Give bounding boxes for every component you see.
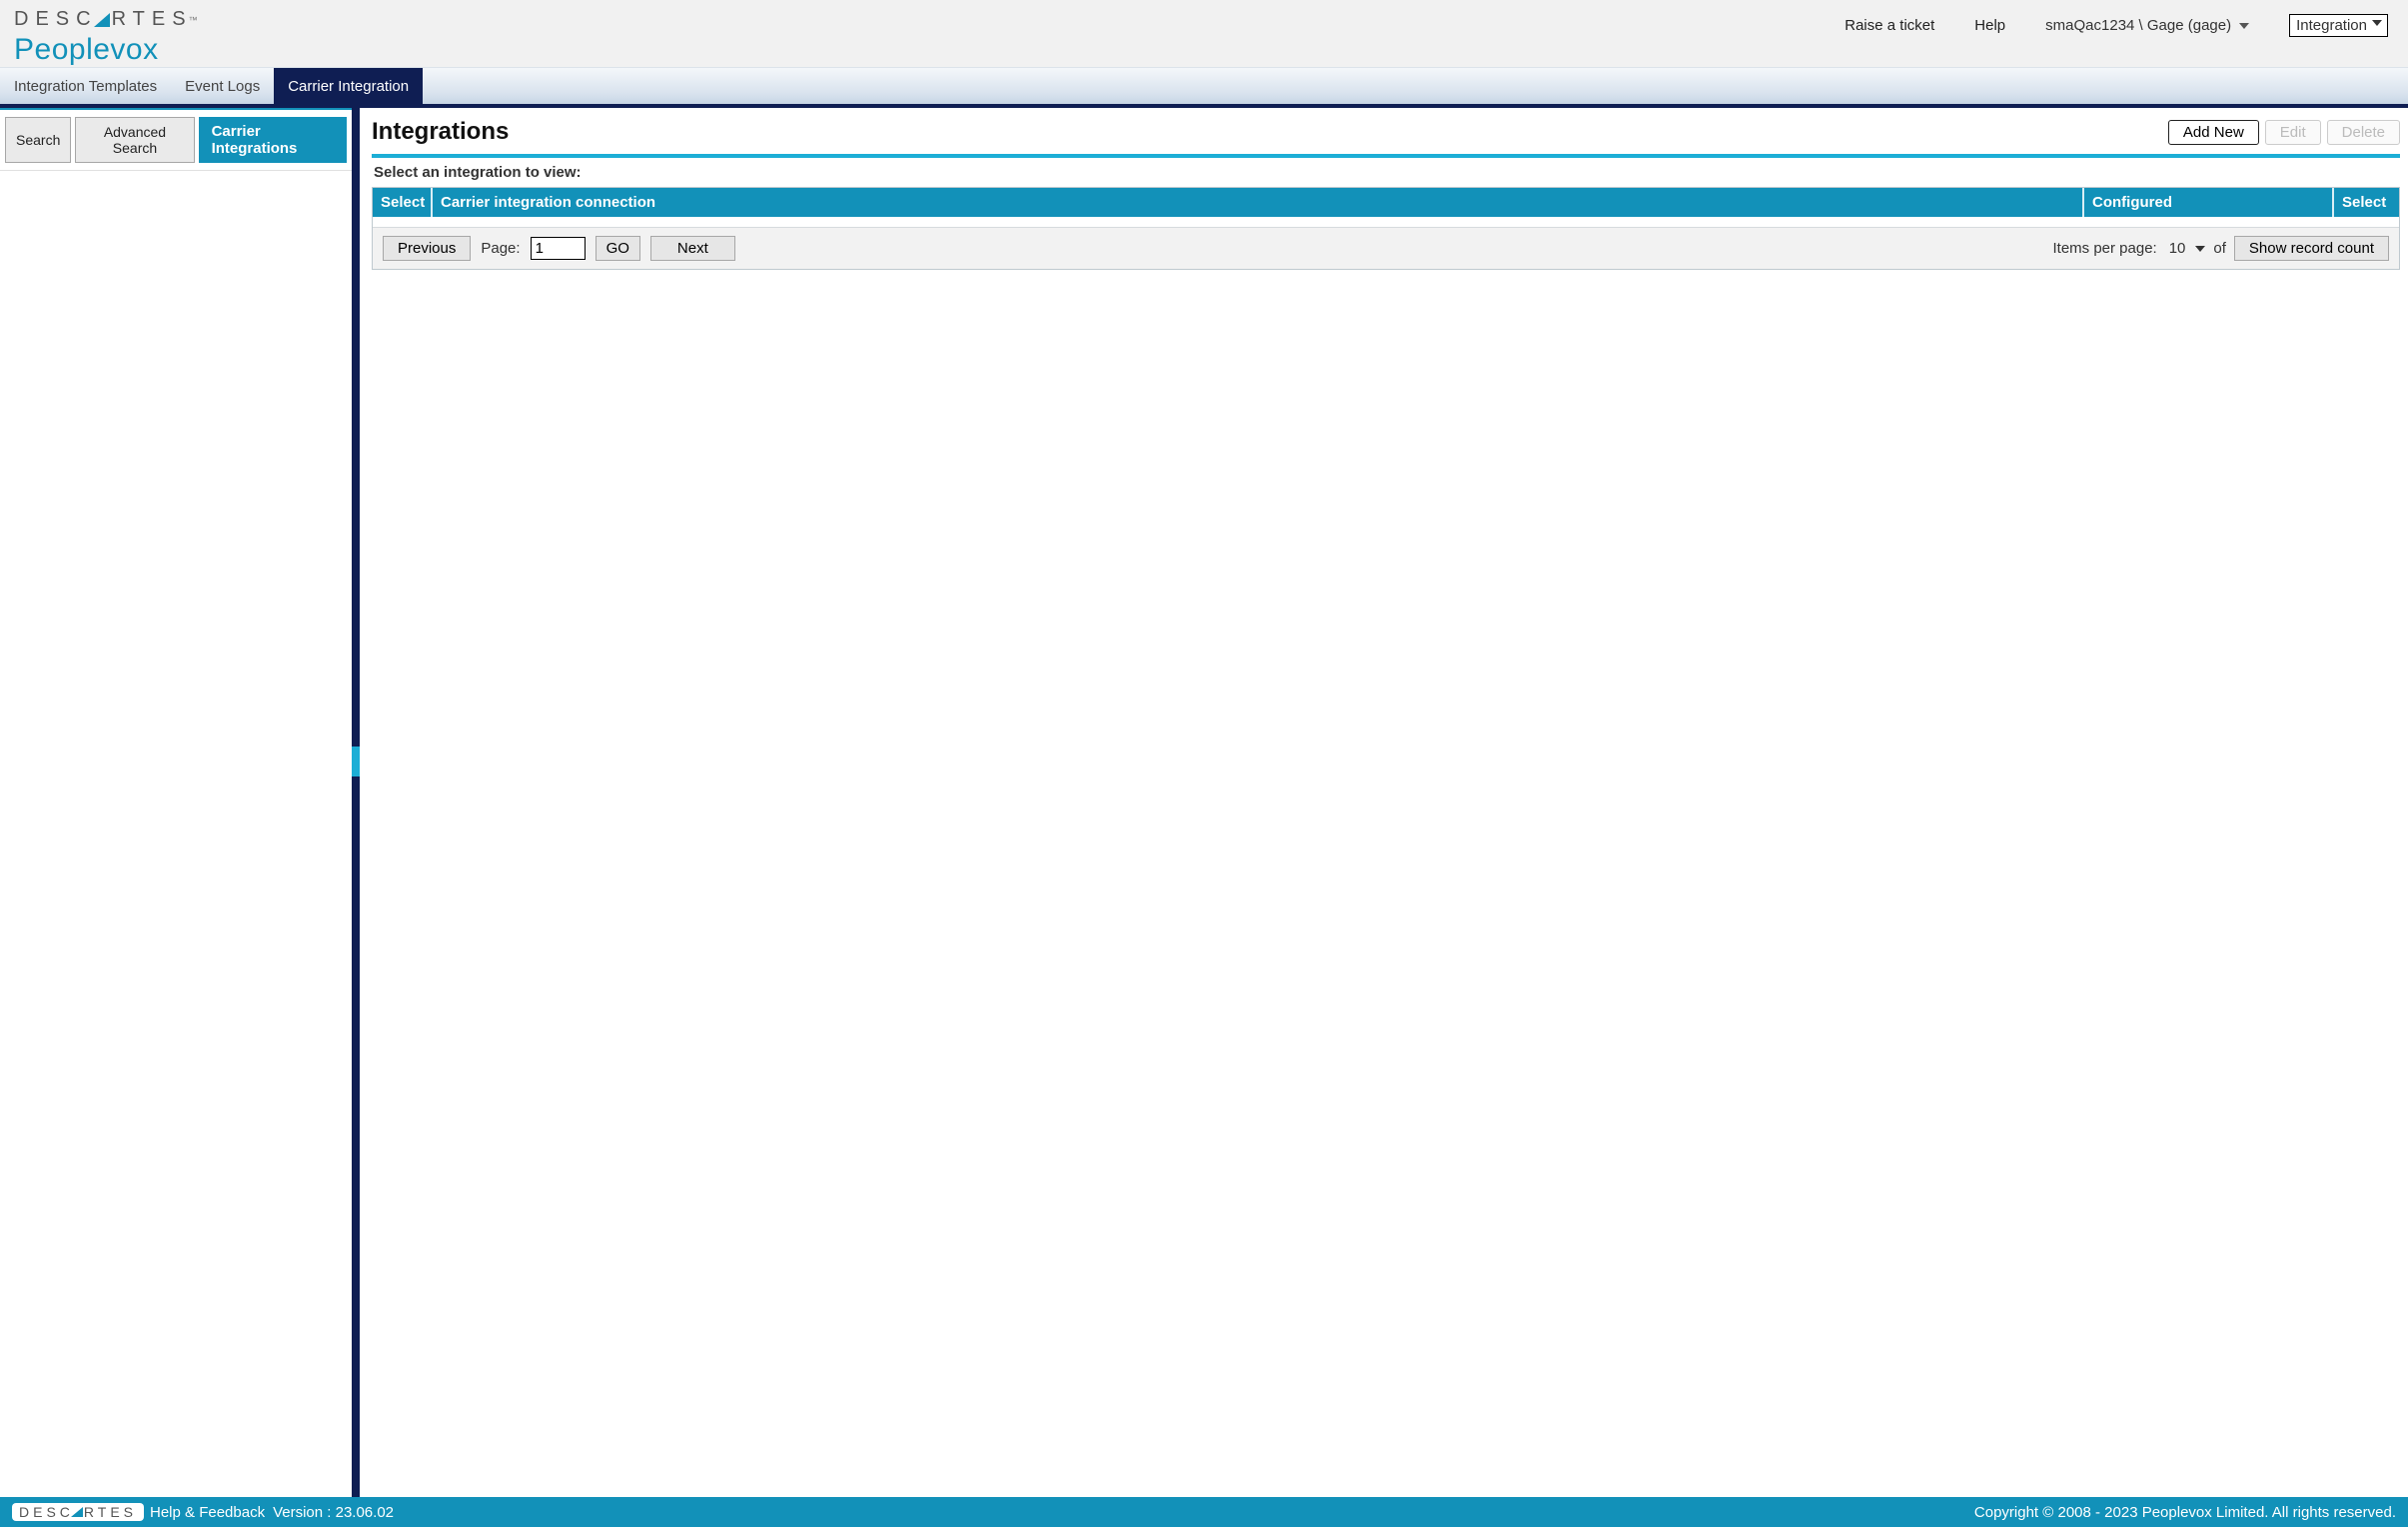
left-toolbar: Search Advanced Search Carrier Integrati… [0,108,352,171]
user-menu[interactable]: smaQac1234 \ Gage (gage) [2045,17,2249,34]
go-button[interactable]: GO [596,236,640,261]
next-button[interactable]: Next [650,236,735,261]
logo-text-right: RTES [112,8,193,31]
user-label: smaQac1234 \ Gage (gage) [2045,17,2231,34]
left-tab-carrier-integrations[interactable]: Carrier Integrations [199,117,347,163]
edit-button: Edit [2265,120,2321,145]
page-actions: Add New Edit Delete [2168,120,2400,145]
brand-block: DESC RTES ™ Peoplevox [14,8,1844,67]
ipp-select[interactable]: 10 [2165,238,2202,259]
grid-body-empty [373,217,2399,227]
logo-triangle-icon [94,13,110,27]
delete-button: Delete [2327,120,2400,145]
advanced-search-button[interactable]: Advanced Search [75,117,194,163]
module-select[interactable]: Integration [2289,14,2388,37]
footer-logo-left: DESC [19,1504,74,1520]
caret-down-icon [2239,23,2249,29]
section-label: Select an integration to view: [372,162,2400,187]
page-head: Integrations Add New Edit Delete [372,118,2400,146]
footer-logo-right: RTES [84,1504,137,1520]
add-new-button[interactable]: Add New [2168,120,2259,145]
items-per-page-block: Items per page: 10 of Show record count [2052,236,2389,261]
navbar: Integration Templates Event Logs Carrier… [0,67,2408,108]
show-record-count-button[interactable]: Show record count [2234,236,2389,261]
tab-carrier-integration[interactable]: Carrier Integration [274,68,423,104]
copyright: Copyright © 2008 - 2023 Peoplevox Limite… [1974,1504,2396,1521]
page-label: Page: [481,240,520,257]
logo-text-left: DESC [14,8,98,31]
header-links: Raise a ticket Help smaQac1234 \ Gage (g… [1844,8,2394,37]
tab-integration-templates[interactable]: Integration Templates [0,68,171,104]
footer-logo: DESC RTES [12,1503,144,1521]
left-pane: Search Advanced Search Carrier Integrati… [0,108,360,1497]
col-select[interactable]: Select [373,188,433,217]
ipp-value: 10 [2169,240,2186,257]
col-configured[interactable]: Configured [2084,188,2334,217]
version-label: Version : 23.06.02 [273,1504,394,1521]
of-label: of [2213,240,2226,257]
help-link[interactable]: Help [1974,17,2005,34]
footer-logo-triangle-icon [71,1507,83,1517]
tab-event-logs[interactable]: Event Logs [171,68,274,104]
module-select-value: Integration [2296,17,2367,34]
right-pane: Integrations Add New Edit Delete Select … [360,108,2408,1497]
splitter-handle[interactable] [352,747,360,776]
section-divider [372,154,2400,158]
page-input[interactable] [531,237,586,260]
product-name: Peoplevox [14,33,1844,67]
main: Search Advanced Search Carrier Integrati… [0,108,2408,1497]
page-title: Integrations [372,118,509,146]
grid-footer: Previous Page: GO Next Items per page: 1… [373,227,2399,269]
search-button[interactable]: Search [5,117,71,163]
col-select-right[interactable]: Select [2334,188,2399,217]
header: DESC RTES ™ Peoplevox Raise a ticket Hel… [0,0,2408,67]
ipp-label: Items per page: [2052,240,2156,257]
chevron-down-icon [2372,20,2382,26]
grid-header-row: Select Carrier integration connection Co… [373,188,2399,217]
trademark: ™ [189,15,198,25]
previous-button[interactable]: Previous [383,236,471,261]
footer: DESC RTES Help & Feedback Version : 23.0… [0,1497,2408,1527]
descartes-logo: DESC RTES ™ [14,8,1844,31]
integrations-grid: Select Carrier integration connection Co… [372,187,2400,270]
raise-ticket-link[interactable]: Raise a ticket [1844,17,1934,34]
help-feedback-link[interactable]: Help & Feedback [150,1504,265,1521]
col-connection[interactable]: Carrier integration connection [433,188,2084,217]
